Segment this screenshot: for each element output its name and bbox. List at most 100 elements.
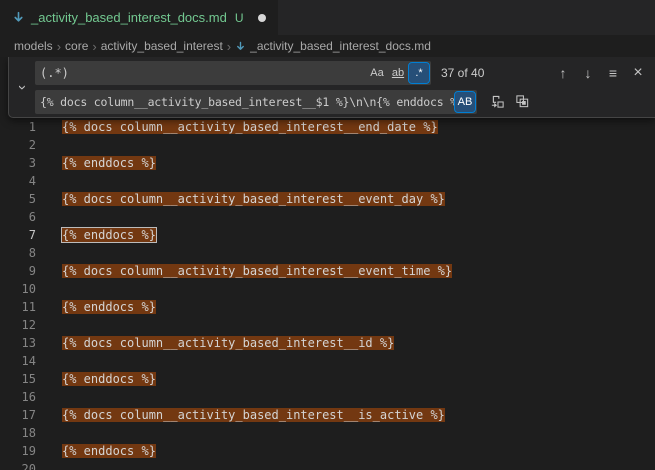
line-number: 15 [0,370,36,388]
whole-word-toggle[interactable]: ab [388,63,408,83]
find-input-box: Aa ab .* [35,61,431,85]
tab-title: _activity_based_interest_docs.md [31,10,227,25]
line-text[interactable]: {% enddocs %} [62,298,156,316]
replace-icon [490,94,505,109]
code-line[interactable]: 10 [0,280,655,298]
code-line[interactable]: 14 [0,352,655,370]
line-number: 18 [0,424,36,442]
line-text[interactable]: {% docs column__activity_based_interest_… [62,262,452,280]
replace-button[interactable] [486,91,508,113]
code-line[interactable]: 9 {% docs column__activity_based_interest… [0,262,655,280]
line-number: 7 [0,226,36,244]
code-line[interactable]: 2 [0,136,655,154]
breadcrumb-item-models[interactable]: models [14,39,53,53]
chevron-right-icon: › [92,39,96,54]
markdown-file-icon [12,11,25,24]
find-input[interactable] [35,66,366,80]
line-number: 13 [0,334,36,352]
line-number: 6 [0,208,36,226]
code-line[interactable]: 13 {% docs column__activity_based_interes… [0,334,655,352]
line-number: 10 [0,280,36,298]
line-text[interactable]: {% docs column__activity_based_interest_… [62,334,394,352]
find-match-highlight: {% enddocs %} [62,300,156,314]
code-line[interactable]: 4 [0,172,655,190]
line-number: 9 [0,262,36,280]
code-lines[interactable]: 1 {% docs column__activity_based_interest… [0,57,655,470]
preserve-case-toggle[interactable]: AB [455,92,475,112]
close-icon: × [633,64,642,82]
line-text[interactable]: {% enddocs %} [62,226,157,244]
code-line[interactable]: 16 [0,388,655,406]
tab-activity-based-interest-docs[interactable]: _activity_based_interest_docs.md U [0,0,279,35]
unsaved-changes-dot-icon[interactable] [258,14,266,22]
find-match-highlight: {% docs column__activity_based_interest_… [62,120,438,134]
close-find-button[interactable]: × [627,62,649,84]
find-match-highlight: {% enddocs %} [62,372,156,386]
selection-icon: ≡ [609,65,617,81]
code-line[interactable]: 17 {% docs column__activity_based_interes… [0,406,655,424]
line-number: 2 [0,136,36,154]
code-line[interactable]: 6 [0,208,655,226]
editor: › Aa ab .* 37 of 40 ↑ ↓ ≡ × AB [0,57,655,470]
line-text[interactable]: {% enddocs %} [62,370,156,388]
find-match-highlight: {% docs column__activity_based_interest_… [62,192,445,206]
breadcrumb-item-file[interactable]: _activity_based_interest_docs.md [235,39,431,53]
line-number: 12 [0,316,36,334]
next-match-button[interactable]: ↓ [577,62,599,84]
breadcrumb-item-activity-based-interest[interactable]: activity_based_interest [101,39,223,53]
find-row: Aa ab .* 37 of 40 ↑ ↓ ≡ × [35,61,649,85]
code-line[interactable]: 1 {% docs column__activity_based_interest… [0,118,655,136]
markdown-file-icon [235,41,246,52]
code-line[interactable]: 11{% enddocs %} [0,298,655,316]
git-untracked-badge: U [235,11,244,25]
line-number: 16 [0,388,36,406]
code-line[interactable]: 3 {% enddocs %} [0,154,655,172]
find-in-selection-button[interactable]: ≡ [602,62,624,84]
line-number: 3 [0,154,36,172]
line-text[interactable]: {% enddocs %} [62,442,156,460]
line-text[interactable]: {% enddocs %} [62,154,156,172]
find-match-highlight: {% enddocs %} [62,156,156,170]
find-match-highlight: {% enddocs %} [62,444,156,458]
code-line[interactable]: 19 {% enddocs %} [0,442,655,460]
line-number: 17 [0,406,36,424]
line-number: 4 [0,172,36,190]
toggle-replace-button[interactable]: › [9,57,35,117]
line-number: 8 [0,244,36,262]
code-line[interactable]: 5 {% docs column__activity_based_interest… [0,190,655,208]
match-case-toggle[interactable]: Aa [367,63,387,83]
code-line[interactable]: 18 [0,424,655,442]
find-match-highlight: {% docs column__activity_based_interest_… [62,336,394,350]
replace-all-button[interactable] [511,91,533,113]
line-text[interactable]: {% docs column__activity_based_interest_… [62,190,445,208]
chevron-down-icon: › [15,85,30,90]
replace-input-box: AB [35,90,477,114]
match-count: 37 of 40 [441,66,484,80]
line-text[interactable]: {% docs column__activity_based_interest_… [62,118,438,136]
breadcrumb-item-core[interactable]: core [65,39,88,53]
find-replace-widget: › Aa ab .* 37 of 40 ↑ ↓ ≡ × AB [8,57,655,118]
line-number: 1 [0,118,36,136]
line-text[interactable]: {% docs column__activity_based_interest_… [62,406,445,424]
code-line[interactable]: 8 [0,244,655,262]
line-number: 20 [0,460,36,470]
breadcrumb-file-label: _activity_based_interest_docs.md [250,39,431,53]
find-match-highlight: {% enddocs %} [62,228,156,242]
replace-input[interactable] [35,95,454,109]
code-line[interactable]: 12 [0,316,655,334]
line-number: 19 [0,442,36,460]
regex-toggle[interactable]: .* [409,63,429,83]
replace-all-icon [515,94,530,109]
breadcrumb: models › core › activity_based_interest … [0,35,655,57]
arrow-down-icon: ↓ [585,65,592,81]
text-cursor [156,228,158,243]
line-number: 5 [0,190,36,208]
code-line[interactable]: 20 [0,460,655,470]
replace-row: AB [35,90,649,114]
code-line[interactable]: 7 {% enddocs %} [0,226,655,244]
previous-match-button[interactable]: ↑ [552,62,574,84]
code-line[interactable]: 15 {% enddocs %} [0,370,655,388]
tab-bar: _activity_based_interest_docs.md U [0,0,655,35]
arrow-up-icon: ↑ [560,65,567,81]
chevron-right-icon: › [57,39,61,54]
